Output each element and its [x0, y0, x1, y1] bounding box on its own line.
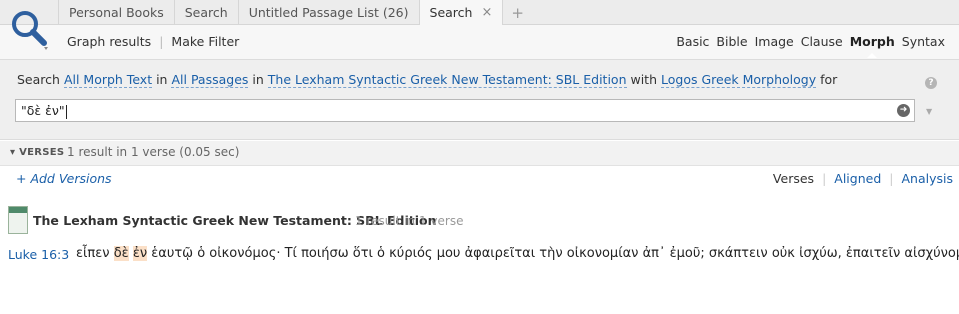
tab-label: Personal Books [69, 4, 164, 20]
highlighted-match: ἐν [132, 246, 148, 261]
toolbar-actions: Graph results | Make Filter [67, 34, 239, 49]
mode-morph[interactable]: Morph [850, 34, 895, 58]
mode-clause[interactable]: Clause [801, 34, 843, 49]
search-word: with [630, 72, 658, 87]
verse-text-part: εἶπεν [76, 246, 114, 261]
search-word: for [820, 72, 838, 87]
view-verses[interactable]: Verses [773, 171, 814, 186]
add-tab-button[interactable]: + [503, 0, 532, 25]
tab-untitled-passage-list[interactable]: Untitled Passage List (26) [237, 0, 419, 25]
go-arrow-icon[interactable]: ➜ [897, 104, 910, 117]
verses-section-header[interactable]: ▾ VERSES 1 result in 1 verse (0.05 sec) [0, 141, 959, 166]
search-description: Search All Morph Text in All Passages in… [17, 72, 838, 88]
mode-basic[interactable]: Basic [676, 34, 709, 49]
search-word: in [252, 72, 264, 87]
search-query-text: "δὲ ἐν" [21, 103, 65, 118]
resource-result-count: 1 result in 1 verse [355, 214, 464, 228]
tab-label: Search [184, 4, 228, 20]
mode-bible[interactable]: Bible [716, 34, 747, 49]
verse-reference-link[interactable]: Luke 16:3 [8, 247, 69, 262]
tab-search-active[interactable]: Search × [418, 0, 504, 26]
tab-label: Search [429, 4, 473, 20]
search-input[interactable]: "δὲ ἐν" ➜ [15, 99, 915, 122]
make-filter-button[interactable]: Make Filter [171, 34, 239, 49]
result-view-modes: Verses | Aligned | Analysis [773, 171, 953, 186]
verse-text-part: ἑαυτῷ ὁ οἰκονόμος· Τί ποιήσω ὅτι ὁ κύριό… [147, 246, 959, 261]
search-logo-icon [12, 11, 48, 50]
search-history-dropdown-icon[interactable]: ▼ [926, 107, 932, 116]
close-icon[interactable]: × [481, 1, 492, 25]
search-panel-window: Personal Books Search Untitled Passage L… [0, 0, 959, 314]
search-panel: Search All Morph Text in All Passages in… [0, 60, 959, 140]
tab-strip: Personal Books Search Untitled Passage L… [0, 0, 959, 26]
graph-results-button[interactable]: Graph results [67, 34, 151, 49]
toolbar: Graph results | Make Filter Basic Bible … [0, 25, 959, 60]
tab-personal-books[interactable]: Personal Books [58, 0, 174, 25]
resource-selector[interactable]: The Lexham Syntactic Greek New Testament… [267, 72, 627, 88]
results-area: + Add Versions Verses | Aligned | Analys… [0, 166, 959, 314]
highlighted-match: δὲ [113, 246, 129, 261]
view-mode-divider: | [822, 171, 827, 186]
view-aligned[interactable]: Aligned [834, 171, 881, 186]
search-word: in [156, 72, 168, 87]
mode-syntax[interactable]: Syntax [902, 34, 945, 49]
text-caret [65, 104, 67, 119]
mode-image[interactable]: Image [755, 34, 794, 49]
tab-search[interactable]: Search [173, 0, 238, 25]
morphology-selector[interactable]: Logos Greek Morphology [661, 72, 817, 88]
book-cover-icon [8, 206, 28, 234]
help-icon[interactable]: ? [925, 77, 937, 89]
view-mode-divider: | [889, 171, 894, 186]
add-versions-link[interactable]: + Add Versions [16, 171, 112, 186]
range-selector[interactable]: All Passages [171, 72, 249, 88]
toolbar-divider: | [159, 34, 164, 49]
verses-title-label: VERSES [19, 147, 65, 158]
tab-label: Untitled Passage List (26) [248, 4, 409, 20]
result-stats: 1 result in 1 verse (0.05 sec) [67, 145, 240, 159]
verses-title: ▾ VERSES [10, 147, 65, 158]
view-analysis[interactable]: Analysis [901, 171, 953, 186]
field-selector[interactable]: All Morph Text [63, 72, 153, 88]
verse-text: εἶπεν δὲ ἐν ἑαυτῷ ὁ οἰκονόμος· Τί ποιήσω… [76, 246, 959, 261]
search-mode-tabs: Basic Bible Image Clause Morph Syntax [676, 34, 945, 58]
search-word: Search [17, 72, 60, 87]
tab-list: Personal Books Search Untitled Passage L… [58, 0, 532, 26]
